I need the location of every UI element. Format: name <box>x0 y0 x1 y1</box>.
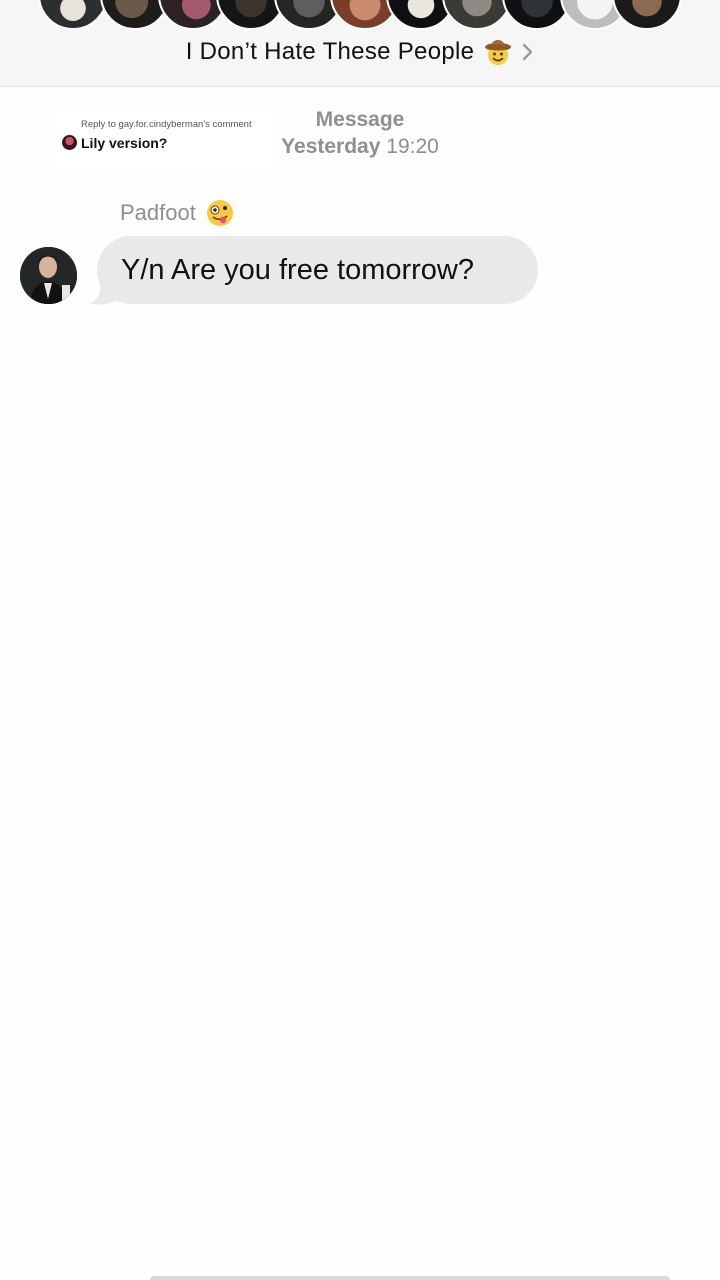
home-indicator[interactable] <box>150 1276 670 1280</box>
group-member-avatar <box>442 0 512 30</box>
timestamp-time: 19:20 <box>386 135 439 158</box>
chevron-right-icon[interactable] <box>522 43 534 61</box>
group-title[interactable]: I Don’t Hate These People <box>186 38 475 66</box>
group-member-avatar <box>38 0 108 30</box>
sender-name: Padfoot <box>120 200 196 225</box>
timestamp: Yesterday 19:20 <box>278 135 442 159</box>
chat-screen: I Don’t Hate These People Reply to gay.f… <box>0 0 720 1280</box>
sender-avatar[interactable] <box>20 247 77 304</box>
incoming-message-bubble[interactable]: Y/n Are you free tomorrow? <box>97 236 538 304</box>
timestamp-label: Message <box>315 108 405 131</box>
group-title-row[interactable]: I Don’t Hate These People <box>0 34 720 70</box>
group-member-avatar <box>612 0 682 30</box>
reply-comment-text: Lily version? <box>81 135 168 151</box>
group-avatars[interactable] <box>0 0 720 34</box>
sender-row: Padfoot <box>120 198 234 228</box>
commenter-avatar <box>62 135 77 150</box>
cowboy-hat-face-icon <box>485 40 512 65</box>
timestamp-day: Yesterday <box>281 135 381 158</box>
zany-face-icon <box>206 200 233 226</box>
message-text: Y/n Are you free tomorrow? <box>121 253 474 286</box>
chat-header[interactable]: I Don’t Hate These People <box>0 0 720 87</box>
reply-comment-sticker: Reply to gay.for.cindyberman's comment L… <box>52 112 272 174</box>
sender-photo <box>20 247 77 304</box>
reply-to-label: Reply to gay.for.cindyberman's comment <box>81 119 252 130</box>
